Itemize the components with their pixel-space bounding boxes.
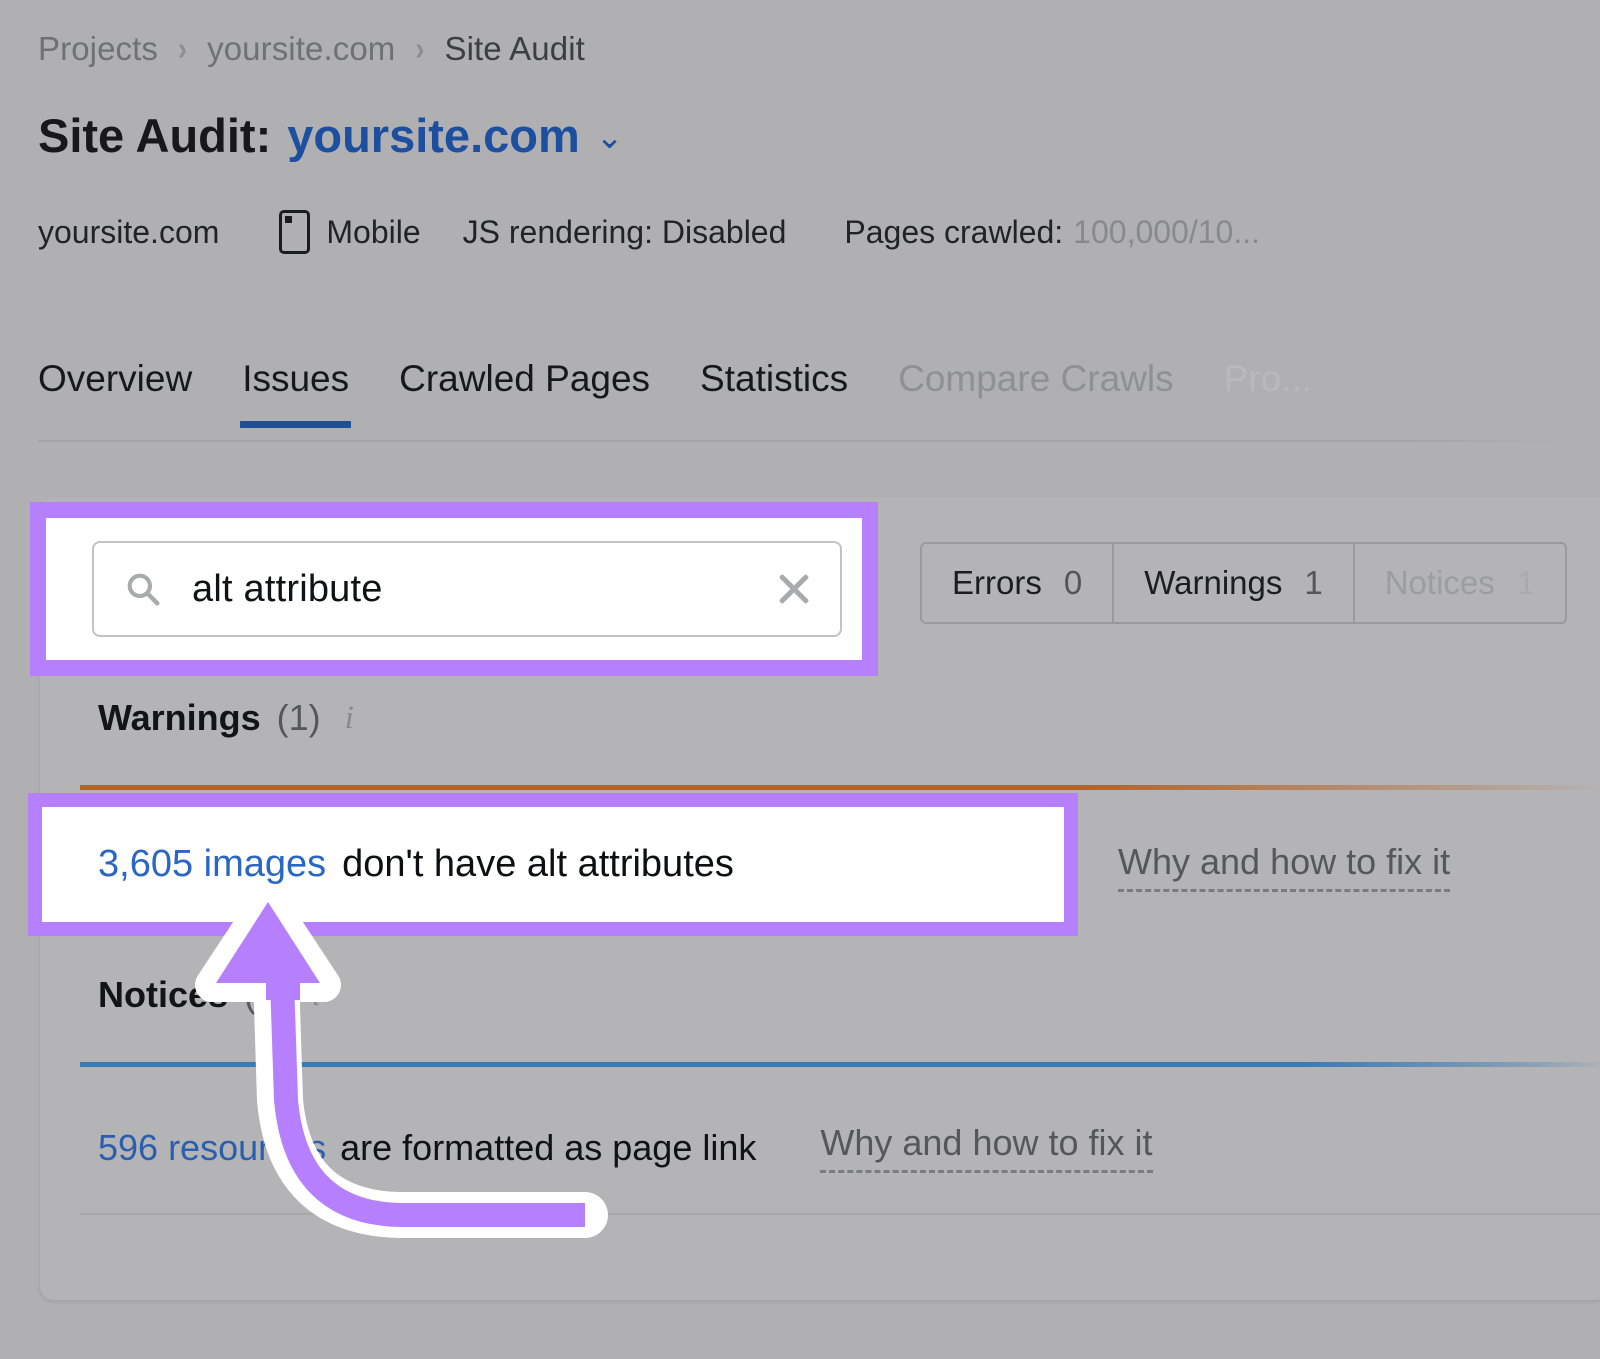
issue-link-notice[interactable]: 596 resources	[98, 1127, 326, 1169]
section-count-notices: (1)	[244, 974, 289, 1015]
meta-js-rendering: JS rendering: Disabled	[462, 213, 787, 250]
tab-statistics[interactable]: Statistics	[700, 358, 848, 428]
issue-text-notice: are formatted as page link	[340, 1126, 757, 1168]
meta-site: yoursite.com	[38, 213, 220, 250]
meta-device: Mobile	[279, 210, 421, 254]
breadcrumb-item-site[interactable]: yoursite.com	[207, 30, 395, 68]
breadcrumb-item-site-audit[interactable]: Site Audit	[444, 30, 584, 68]
section-divider-notices	[80, 1062, 1600, 1067]
fix-link-warning[interactable]: Why and how to fix it	[1118, 841, 1451, 892]
meta-device-label: Mobile	[326, 213, 421, 250]
search-highlight-inner: alt attribute	[46, 518, 862, 660]
tab-progress[interactable]: Pro...	[1224, 358, 1312, 428]
tab-bar-right-fade	[1410, 350, 1600, 450]
section-divider-warnings	[80, 785, 1600, 790]
close-icon[interactable]	[774, 569, 814, 609]
section-title-warnings: Warnings	[98, 697, 261, 738]
breadcrumb: Projects › yoursite.com › Site Audit	[38, 30, 585, 68]
search-input-wrapper[interactable]: alt attribute	[92, 541, 842, 637]
meta-pages-crawled: Pages crawled: 100,000/10...	[844, 214, 1260, 251]
section-header-notices: Notices (1) i	[98, 974, 321, 1016]
chevron-down-icon[interactable]: ⌄	[596, 117, 624, 156]
counter-warnings-label: Warnings	[1144, 564, 1283, 601]
page-title-prefix: Site Audit:	[38, 109, 272, 162]
counter-notices[interactable]: Notices 1	[1355, 544, 1565, 622]
counter-errors-value: 0	[1063, 564, 1083, 601]
issue-highlight-inner[interactable]: 3,605 images don't have alt attributes	[42, 807, 1064, 922]
page-root: Projects › yoursite.com › Site Audit Sit…	[0, 0, 1600, 1354]
meta-pages-crawled-label: Pages crawled:	[844, 213, 1064, 250]
tab-crawled-pages[interactable]: Crawled Pages	[399, 358, 650, 428]
breadcrumb-separator-icon: ›	[178, 29, 188, 68]
tab-bar-rule	[38, 440, 1600, 442]
project-meta-row: yoursite.com Mobile JS rendering: Disabl…	[38, 210, 1260, 254]
search-icon	[127, 573, 160, 606]
project-domain-selector[interactable]: yoursite.com	[287, 108, 580, 163]
counter-warnings[interactable]: Warnings 1	[1114, 544, 1355, 622]
mobile-phone-icon	[279, 210, 311, 254]
section-header-warnings: Warnings (1) i	[98, 697, 354, 739]
tab-overview[interactable]: Overview	[38, 358, 192, 428]
tab-compare-crawls[interactable]: Compare Crawls	[898, 358, 1174, 428]
breadcrumb-item-projects[interactable]: Projects	[38, 30, 158, 68]
issue-row-notice[interactable]: 596 resources are formatted as page link…	[98, 1122, 1153, 1173]
issue-counters: Errors 0 Warnings 1 Notices 1	[920, 542, 1568, 624]
issue-text-warning: don't have alt attributes	[342, 843, 734, 885]
section-title-notices: Notices	[98, 974, 229, 1015]
tab-issues[interactable]: Issues	[240, 358, 352, 428]
breadcrumb-separator-icon: ›	[415, 29, 425, 68]
counter-notices-label: Notices	[1384, 564, 1495, 601]
counter-errors[interactable]: Errors 0	[922, 544, 1115, 622]
counter-errors-label: Errors	[952, 564, 1042, 601]
search-input[interactable]: alt attribute	[192, 568, 774, 611]
issue-link-warning[interactable]: 3,605 images	[98, 843, 326, 886]
tab-bar: Overview Issues Crawled Pages Statistics…	[38, 358, 1312, 428]
info-icon[interactable]: i	[312, 977, 321, 1014]
fix-link-notice[interactable]: Why and how to fix it	[820, 1122, 1153, 1173]
issue-row-divider	[80, 1213, 1600, 1215]
search-highlight-box: alt attribute	[30, 502, 878, 676]
counter-warnings-value: 1	[1304, 564, 1323, 601]
page-title: Site Audit: yoursite.com ⌄	[38, 108, 623, 163]
meta-right-fade	[1450, 190, 1600, 270]
counter-notices-value: 1	[1516, 564, 1536, 601]
issue-row-warning-fix: Why and how to fix it	[1118, 841, 1451, 892]
info-icon[interactable]: i	[345, 700, 354, 737]
meta-pages-crawled-value: 100,000/10...	[1073, 213, 1260, 250]
issue-highlight-box: 3,605 images don't have alt attributes	[28, 793, 1078, 936]
section-count-warnings: (1)	[276, 697, 321, 738]
